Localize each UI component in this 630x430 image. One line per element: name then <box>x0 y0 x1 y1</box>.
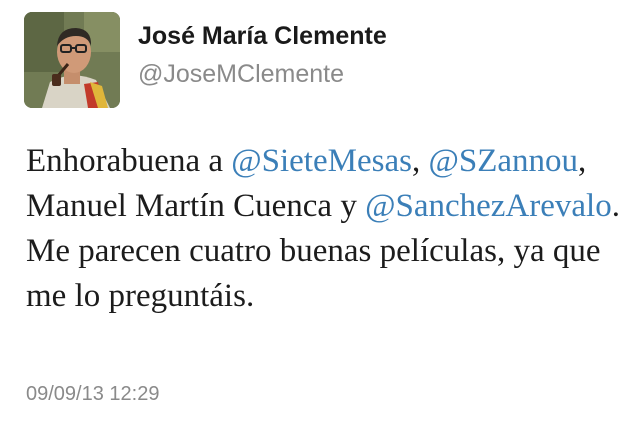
author-handle[interactable]: @JoseMClemente <box>138 60 344 89</box>
tweet-text: Enhorabuena a @SieteMesas, @SZannou, Man… <box>26 139 621 319</box>
mention-link-sietemesas[interactable]: @SieteMesas <box>231 143 412 179</box>
avatar[interactable] <box>24 12 120 108</box>
profile-photo-icon <box>24 12 120 108</box>
tweet-text-segment: , <box>411 143 429 179</box>
tweet-card: José María Clemente @JoseMClemente Enhor… <box>0 0 630 430</box>
tweet-timestamp: 09/09/13 12:29 <box>26 383 160 405</box>
mention-link-szannou[interactable]: @SZannou <box>428 143 578 179</box>
mention-link-sanchezarevalo[interactable]: @SanchezArevalo <box>365 188 612 224</box>
author-display-name[interactable]: José María Clemente <box>138 22 387 51</box>
tweet-text-segment: Enhorabuena a <box>26 143 232 179</box>
